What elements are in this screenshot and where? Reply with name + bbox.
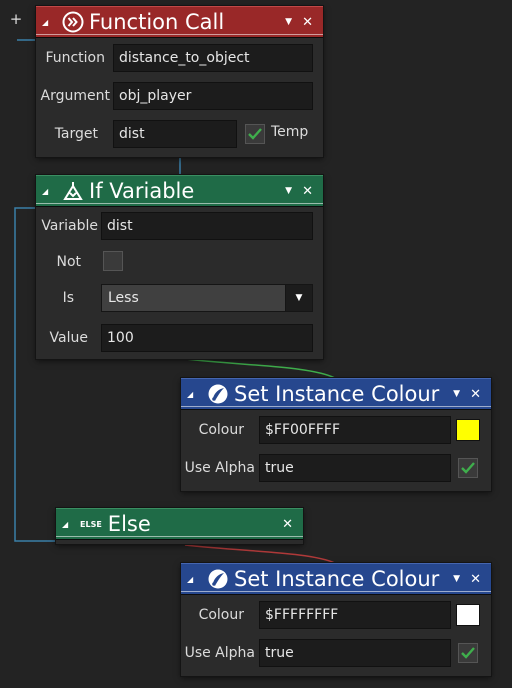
- checkmark-icon: [461, 647, 475, 659]
- collapse-icon[interactable]: ◢: [187, 575, 201, 584]
- block-title: If Variable: [89, 179, 195, 203]
- function-call-header[interactable]: ◢ Function Call ▼ ✕: [36, 6, 323, 38]
- function-call-icon: [62, 11, 84, 33]
- is-dropdown[interactable]: Less ▼: [101, 284, 313, 312]
- if-variable-header[interactable]: ◢ If Variable ▼ ✕: [36, 175, 323, 207]
- temp-checkbox[interactable]: [245, 124, 265, 144]
- close-icon[interactable]: ✕: [470, 387, 481, 402]
- else-header[interactable]: ◢ ELSE Else ✕: [56, 508, 303, 540]
- colour-label: Colour: [198, 422, 244, 438]
- close-icon[interactable]: ✕: [282, 517, 293, 532]
- set-instance-colour-block[interactable]: ◢ Set Instance Colour ▼ ✕ Colour $FF00FF…: [181, 378, 491, 491]
- set-instance-colour-block[interactable]: ◢ Set Instance Colour ▼ ✕ Colour $FFFFFF…: [181, 563, 491, 676]
- variable-label: Variable: [41, 218, 98, 234]
- colour-swatch[interactable]: [456, 419, 480, 441]
- menu-arrow-icon[interactable]: ▼: [285, 186, 292, 196]
- collapse-icon[interactable]: ◢: [187, 390, 201, 399]
- dropdown-arrow-icon[interactable]: ▼: [285, 284, 313, 312]
- close-icon[interactable]: ✕: [302, 15, 313, 30]
- set-instance-colour-header[interactable]: ◢ Set Instance Colour ▼ ✕: [181, 563, 491, 595]
- use-alpha-label: Use Alpha: [184, 460, 255, 476]
- true-branch-wire: [184, 358, 336, 379]
- target-field[interactable]: dist: [113, 120, 237, 148]
- menu-arrow-icon[interactable]: ▼: [453, 574, 460, 584]
- paint-brush-icon: [207, 383, 229, 405]
- close-icon[interactable]: ✕: [302, 184, 313, 199]
- use-alpha-label: Use Alpha: [184, 645, 255, 661]
- collapse-icon[interactable]: ◢: [42, 18, 56, 27]
- is-label: Is: [62, 290, 74, 306]
- target-label: Target: [54, 126, 98, 142]
- value-label: Value: [49, 330, 88, 346]
- checkmark-icon: [248, 128, 262, 140]
- variable-field[interactable]: dist: [101, 212, 313, 240]
- colour-swatch[interactable]: [456, 604, 480, 626]
- menu-arrow-icon[interactable]: ▼: [453, 389, 460, 399]
- checkmark-icon: [461, 462, 475, 474]
- if-variable-icon: [62, 180, 84, 202]
- collapse-icon[interactable]: ◢: [62, 520, 76, 529]
- add-block-button[interactable]: +: [8, 10, 24, 28]
- value-field[interactable]: 100: [101, 324, 313, 352]
- close-icon[interactable]: ✕: [470, 572, 481, 587]
- function-field[interactable]: distance_to_object: [113, 44, 313, 72]
- colour-field[interactable]: $FFFFFFFF: [259, 601, 451, 629]
- else-block[interactable]: ◢ ELSE Else ✕: [56, 508, 303, 544]
- is-dropdown-value: Less: [108, 290, 139, 306]
- colour-label: Colour: [198, 607, 244, 623]
- temp-label: Temp: [271, 124, 309, 140]
- argument-field[interactable]: obj_player: [113, 82, 313, 110]
- colour-field[interactable]: $FF00FFFF: [259, 416, 451, 444]
- block-title: Function Call: [89, 10, 225, 34]
- block-title: Set Instance Colour: [234, 567, 440, 591]
- use-alpha-field[interactable]: true: [259, 639, 451, 667]
- else-badge-icon: ELSE: [80, 519, 102, 529]
- false-branch-wire: [184, 544, 336, 564]
- use-alpha-checkbox[interactable]: [458, 643, 478, 663]
- not-checkbox[interactable]: [103, 251, 123, 271]
- menu-arrow-icon[interactable]: ▼: [285, 17, 292, 27]
- use-alpha-checkbox[interactable]: [458, 458, 478, 478]
- block-title: Else: [107, 512, 151, 536]
- set-instance-colour-header[interactable]: ◢ Set Instance Colour ▼ ✕: [181, 378, 491, 410]
- if-variable-block[interactable]: ◢ If Variable ▼ ✕ Variable dist Not Is L…: [36, 175, 323, 359]
- function-call-block[interactable]: ◢ Function Call ▼ ✕ Function distance_to…: [36, 6, 323, 157]
- argument-label: Argument: [40, 88, 110, 104]
- not-label: Not: [56, 254, 81, 270]
- collapse-icon[interactable]: ◢: [42, 187, 56, 196]
- block-title: Set Instance Colour: [234, 382, 440, 406]
- use-alpha-field[interactable]: true: [259, 454, 451, 482]
- paint-brush-icon: [207, 568, 229, 590]
- function-label: Function: [45, 50, 105, 66]
